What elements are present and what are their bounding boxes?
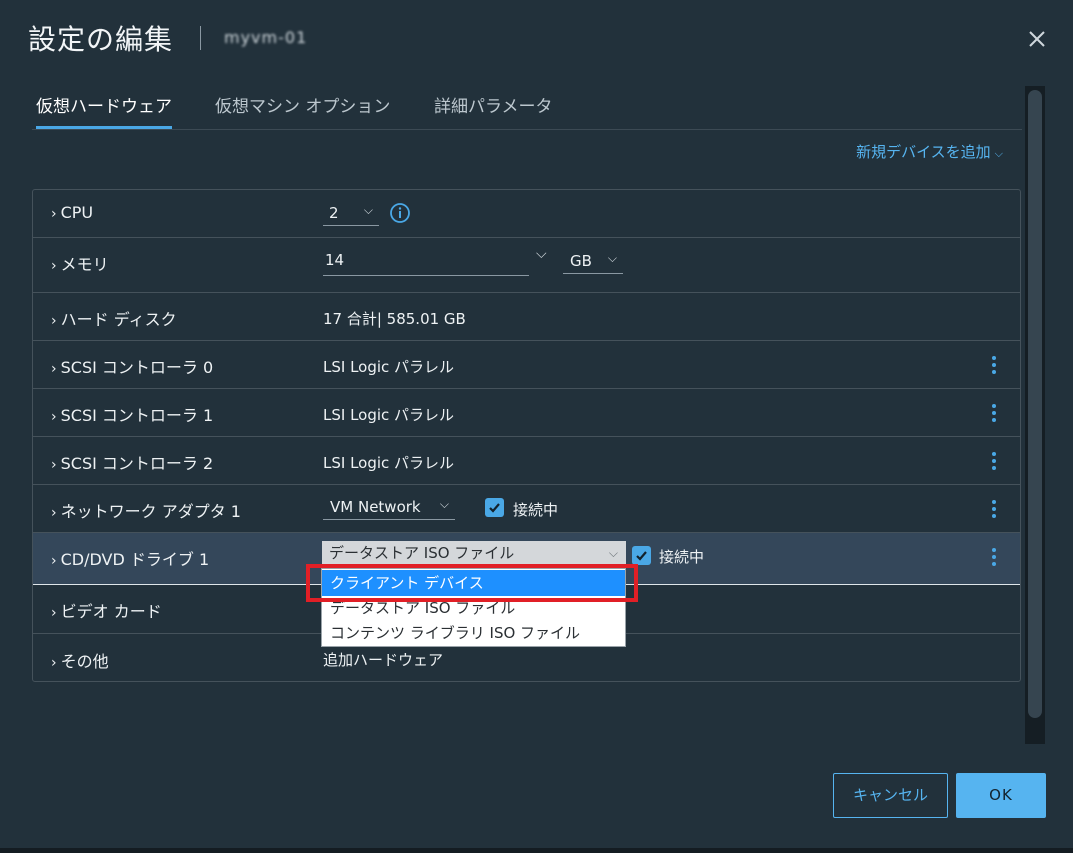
row-label: ハード ディスク	[60, 310, 177, 329]
close-button[interactable]	[1024, 26, 1050, 52]
scrollbar[interactable]	[1025, 86, 1045, 744]
more-actions-icon[interactable]	[987, 546, 1001, 568]
edit-settings-dialog: 設定の編集 myvm-01 仮想ハードウェア 仮想マシン オプション 詳細パラメ…	[0, 0, 1073, 848]
scsi-0-type: LSI Logic パラレル	[323, 358, 455, 376]
chevron-right-icon: ›	[51, 655, 57, 671]
scrollbar-thumb[interactable]	[1028, 90, 1042, 718]
row-expander-scsi-0[interactable]: › SCSI コントローラ 0	[51, 354, 213, 378]
row-expander-memory[interactable]: › メモリ	[51, 251, 109, 275]
hard-disk-summary: 17 合計| 585.01 GB	[323, 310, 466, 328]
row-expander-network-adapter[interactable]: › ネットワーク アダプタ 1	[51, 498, 241, 522]
cd-dvd-connected-checkbox[interactable]	[632, 546, 651, 565]
ok-button[interactable]: OK	[956, 773, 1046, 818]
row-expander-hard-disk[interactable]: › ハード ディスク	[51, 306, 177, 330]
cancel-button[interactable]: キャンセル	[833, 773, 948, 818]
chevron-right-icon: ›	[51, 457, 57, 473]
option-content-library-iso[interactable]: コンテンツ ライブラリ ISO ファイル	[322, 620, 625, 646]
info-icon[interactable]	[389, 202, 411, 224]
row-expander-video-card[interactable]: › ビデオ カード	[51, 598, 162, 622]
more-actions-icon[interactable]	[987, 498, 1001, 520]
table-row-memory: › メモリ 14 ⌵ GB ⌵	[33, 238, 1020, 293]
tab-advanced-parameters[interactable]: 詳細パラメータ	[434, 94, 553, 129]
row-label: メモリ	[60, 255, 109, 274]
row-label: CPU	[60, 203, 94, 222]
chevron-down-icon: ⌵	[363, 203, 373, 217]
row-label: その他	[60, 652, 109, 671]
network-select-value: VM Network	[330, 498, 421, 516]
option-client-device[interactable]: クライアント デバイス	[322, 570, 625, 596]
cpu-count-value: 2	[329, 204, 339, 222]
more-actions-icon[interactable]	[987, 402, 1001, 424]
row-expander-scsi-2[interactable]: › SCSI コントローラ 2	[51, 450, 213, 474]
chevron-down-icon: ⌵	[607, 251, 617, 265]
scsi-2-type: LSI Logic パラレル	[323, 454, 455, 472]
title-separator	[200, 26, 201, 50]
chevron-right-icon: ›	[51, 605, 57, 621]
row-label: ビデオ カード	[60, 602, 162, 621]
tab-bar: 仮想ハードウェア 仮想マシン オプション 詳細パラメータ	[32, 94, 1022, 130]
memory-size-input[interactable]: 14	[323, 246, 529, 276]
table-row-scsi-0: › SCSI コントローラ 0 LSI Logic パラレル	[33, 341, 1020, 389]
table-row-hard-disk: › ハード ディスク 17 合計| 585.01 GB	[33, 293, 1020, 341]
add-device-label: 新規デバイスを追加	[856, 143, 991, 161]
checkmark-icon	[489, 503, 500, 513]
chevron-down-icon: ⌵	[439, 497, 449, 511]
chevron-right-icon: ›	[51, 361, 57, 377]
chevron-right-icon: ›	[51, 409, 57, 425]
network-connected-checkbox[interactable]	[485, 498, 504, 517]
memory-stepper-chevron-icon[interactable]: ⌵	[536, 246, 547, 262]
row-expander-scsi-1[interactable]: › SCSI コントローラ 1	[51, 402, 213, 426]
more-actions-icon[interactable]	[987, 354, 1001, 376]
row-label: SCSI コントローラ 2	[60, 454, 214, 473]
cd-dvd-source-dropdown: クライアント デバイス データストア ISO ファイル コンテンツ ライブラリ …	[321, 568, 626, 647]
cd-dvd-source-value: データストア ISO ファイル	[329, 544, 515, 562]
network-select[interactable]: VM Network ⌵	[323, 496, 455, 520]
cd-dvd-source-select[interactable]: データストア ISO ファイル ⌵	[322, 541, 626, 565]
dialog-title: 設定の編集	[28, 23, 174, 56]
checkmark-icon	[636, 551, 647, 561]
memory-unit-select[interactable]: GB ⌵	[563, 250, 623, 274]
network-connected-label: 接続中	[513, 501, 559, 519]
row-label: ネットワーク アダプタ 1	[60, 502, 241, 521]
chevron-right-icon: ›	[51, 206, 57, 222]
chevron-down-icon: ⌵	[994, 147, 1003, 160]
vm-name: myvm-01	[224, 28, 308, 47]
more-actions-icon[interactable]	[987, 450, 1001, 472]
table-row-cpu: › CPU 2 ⌵	[33, 190, 1020, 238]
scsi-1-type: LSI Logic パラレル	[323, 406, 455, 424]
close-icon	[1029, 31, 1045, 47]
chevron-right-icon: ›	[51, 553, 57, 569]
row-label: SCSI コントローラ 1	[60, 406, 214, 425]
tab-vm-options[interactable]: 仮想マシン オプション	[215, 94, 390, 129]
add-new-device-button[interactable]: 新規デバイスを追加 ⌵	[856, 141, 1003, 162]
row-expander-other[interactable]: › その他	[51, 648, 109, 672]
row-expander-cpu[interactable]: › CPU	[51, 203, 93, 222]
chevron-right-icon: ›	[51, 505, 57, 521]
row-label: CD/DVD ドライブ 1	[60, 550, 210, 569]
chevron-down-icon: ⌵	[608, 546, 618, 560]
row-label: SCSI コントローラ 0	[60, 358, 214, 377]
chevron-right-icon: ›	[51, 258, 57, 274]
option-datastore-iso[interactable]: データストア ISO ファイル	[322, 595, 625, 621]
tab-virtual-hardware[interactable]: 仮想ハードウェア	[36, 94, 172, 129]
other-hardware-link: 追加ハードウェア	[323, 651, 444, 669]
table-row-scsi-2: › SCSI コントローラ 2 LSI Logic パラレル	[33, 437, 1020, 485]
chevron-right-icon: ›	[51, 313, 57, 329]
cpu-count-select[interactable]: 2 ⌵	[323, 202, 379, 226]
bottom-edge	[0, 848, 1073, 853]
row-expander-cd-dvd[interactable]: › CD/DVD ドライブ 1	[51, 546, 209, 570]
table-row-scsi-1: › SCSI コントローラ 1 LSI Logic パラレル	[33, 389, 1020, 437]
cd-dvd-connected-label: 接続中	[659, 548, 705, 566]
memory-unit-value: GB	[570, 252, 592, 270]
table-row-network-adapter: › ネットワーク アダプタ 1 VM Network ⌵ 接続中	[33, 485, 1020, 533]
